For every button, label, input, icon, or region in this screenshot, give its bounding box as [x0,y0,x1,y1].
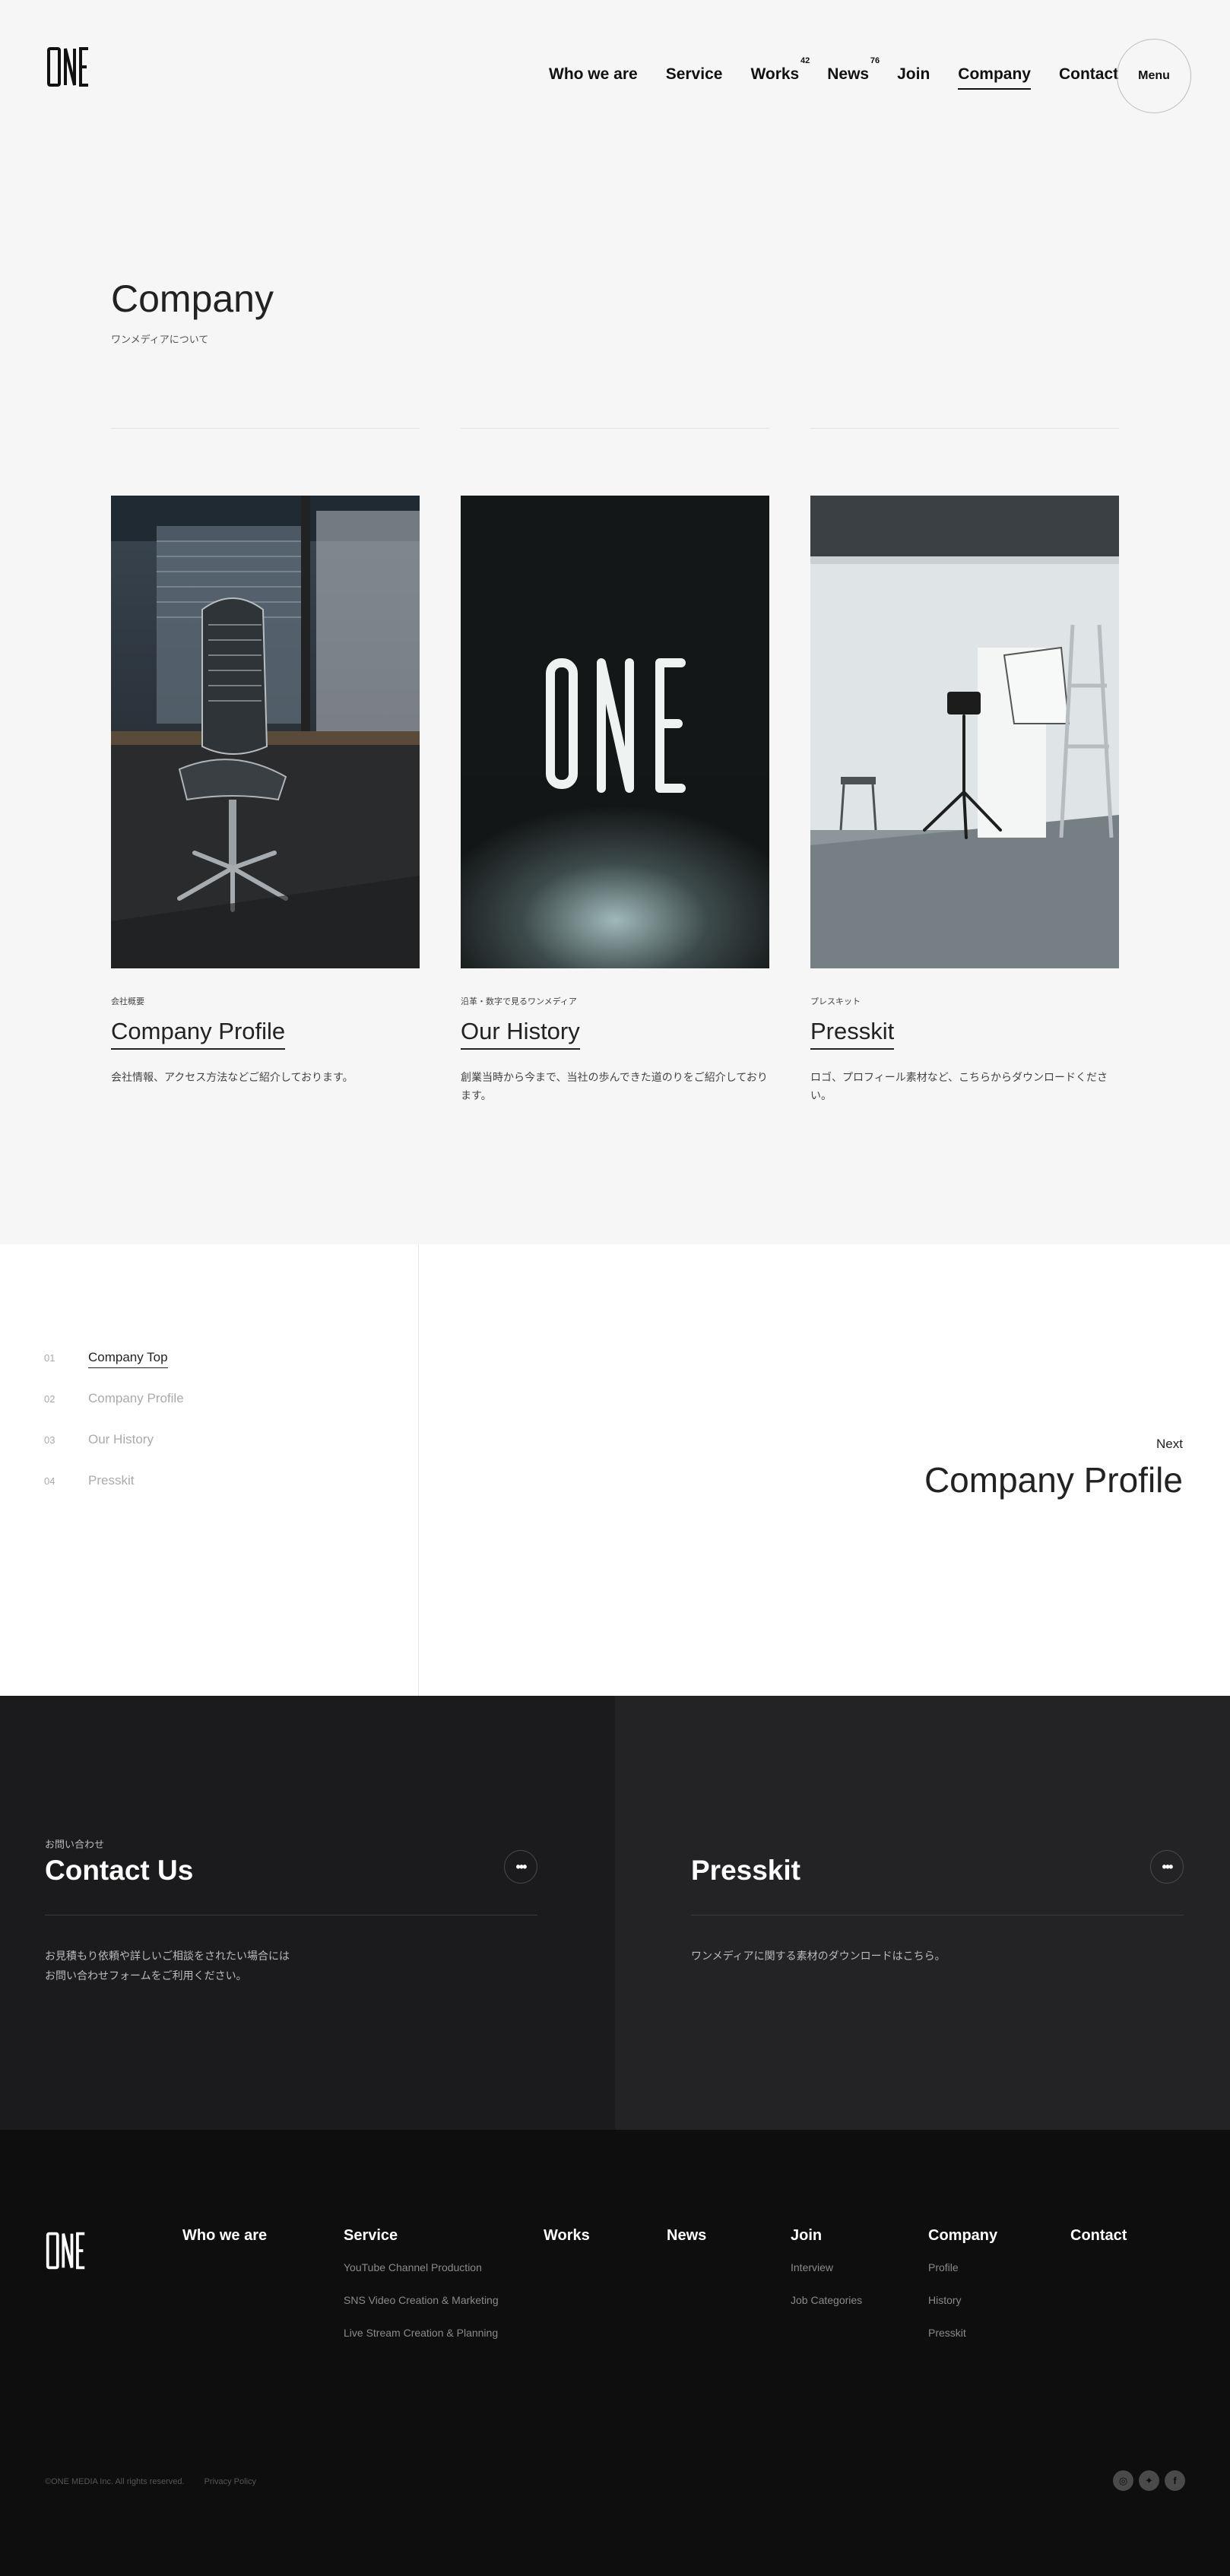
footer-heading[interactable]: Contact [1070,2227,1127,2245]
cta-body: お見積もり依頼や詳しいご相談をされたい場合には お問い合わせフォームをご利用くだ… [45,1947,290,1986]
menu-button[interactable]: Menu [1117,39,1191,113]
more-dots-icon[interactable]: ••• [1150,1850,1184,1884]
card-our-history: 沿革・数字で見るワンメディア Our History 創業当時から今まで、当社の… [461,428,769,1101]
nav-label: Who we are [549,65,638,83]
one-sign-photo[interactable] [461,496,769,968]
card-title-link[interactable]: Presskit [810,1018,895,1050]
studio-tripod-photo[interactable] [810,496,1119,968]
footer-heading[interactable]: Who we are [182,2227,267,2245]
page-subtitle: ワンメディアについて [111,334,209,345]
next-label: Next [1156,1437,1183,1451]
subnav-presskit[interactable]: 04 Presskit [44,1473,134,1488]
footer-link[interactable]: SNS Video Creation & Marketing [344,2294,499,2306]
office-chair-photo[interactable] [111,496,420,968]
card-description: 創業当時から今まで、当社の歩んできた道のりをご紹介しております。 [461,1071,768,1101]
card-title-link[interactable]: Company Profile [111,1018,286,1050]
footer-col-who-we-are: Who we are [182,2227,267,2261]
subnav-company-top[interactable]: 01 Company Top [44,1350,168,1368]
one-logo[interactable] [45,2230,87,2271]
facebook-icon[interactable]: f [1165,2470,1185,2491]
subnav-label: Presskit [88,1473,135,1488]
card-kicker: 会社概要 [111,997,144,1006]
card-kicker: 沿革・数字で見るワンメディア [461,997,577,1006]
section-divider [418,1244,419,1696]
company-subnav-section: 01 Company Top 02 Company Profile 03 Our… [0,1244,1230,1696]
footer-heading[interactable]: Join [791,2227,862,2245]
footer-link[interactable]: Profile [928,2261,997,2273]
nav-who-we-are[interactable]: Who we are [549,65,638,90]
news-count-badge: 76 [870,56,880,65]
site-footer: Who we are Service YouTube Channel Produ… [0,2130,1230,2576]
instagram-icon[interactable]: ◎ [1113,2470,1133,2491]
footer-col-service: Service YouTube Channel Production SNS V… [344,2227,499,2359]
cta-title: Contact Us [45,1855,194,1886]
more-dots-icon[interactable]: ••• [504,1850,537,1884]
nav-company[interactable]: Company [958,65,1031,90]
nav-label: News [827,65,870,83]
footer-heading[interactable]: News [667,2227,706,2245]
card-presskit: プレスキット Presskit ロゴ、プロフィール素材など、こちらからダウンロー… [810,428,1119,1101]
divider [111,428,420,429]
subnav-our-history[interactable]: 03 Our History [44,1432,154,1447]
nav-works[interactable]: Works 42 [750,56,810,90]
nav-label: Join [897,65,930,83]
subnav-number: 01 [44,1352,55,1364]
nav-service[interactable]: Service [666,65,723,90]
footer-col-company: Company Profile History Presskit [928,2227,997,2359]
site-header: Who we are Service Works 42 News 76 Join C… [0,0,1230,152]
subnav-number: 04 [44,1475,55,1487]
cta-body-line: お問い合わせフォームをご利用ください。 [45,1969,247,1982]
privacy-policy-link[interactable]: Privacy Policy [204,2477,256,2486]
footer-legal: ©ONE MEDIA Inc. All rights reserved. Pri… [45,2477,256,2486]
nav-label: Works [750,65,800,83]
presskit-cta[interactable]: Presskit ••• ワンメディアに関する素材のダウンロードはこちら。 [615,1696,1230,2130]
card-title-link[interactable]: Our History [461,1018,580,1050]
cta-title: Presskit [691,1855,800,1886]
footer-link[interactable]: Interview [791,2261,862,2273]
cta-body: ワンメディアに関する素材のダウンロードはこちら。 [691,1950,946,1962]
card-description: ロゴ、プロフィール素材など、こちらからダウンロードください。 [810,1071,1108,1101]
card-kicker: プレスキット [810,997,861,1006]
nav-news[interactable]: News 76 [827,56,880,90]
footer-col-contact: Contact [1070,2227,1127,2261]
nav-label: Contact [1058,65,1119,83]
contact-cta[interactable]: お問い合わせ Contact Us ••• お見積もり依頼や詳しいご相談をされた… [0,1696,615,2130]
card-description: 会社情報、アクセス方法などご紹介しております。 [111,1071,353,1083]
footer-col-news: News [667,2227,706,2261]
footer-link[interactable]: Presskit [928,2327,997,2339]
next-page-link[interactable]: Company Profile [924,1459,1183,1500]
subnav-number: 02 [44,1393,55,1405]
subnav-company-profile[interactable]: 02 Company Profile [44,1391,184,1406]
footer-link[interactable]: History [928,2294,997,2306]
cta-kicker: お問い合わせ [45,1839,105,1850]
footer-heading[interactable]: Works [544,2227,590,2245]
footer-heading[interactable]: Service [344,2227,499,2245]
works-count-badge: 42 [800,56,810,65]
footer-heading[interactable]: Company [928,2227,997,2245]
twitter-icon[interactable]: ✦ [1139,2470,1159,2491]
subnav-label: Our History [88,1432,154,1446]
subnav-label: Company Profile [88,1391,184,1405]
main-nav: Who we are Service Works 42 News 76 Join C… [549,56,1146,90]
nav-label: Service [665,65,723,83]
card-company-profile: 会社概要 Company Profile 会社情報、アクセス方法などご紹介してお… [111,428,420,1083]
one-logo[interactable] [46,46,91,88]
nav-join[interactable]: Join [897,65,930,90]
footer-link[interactable]: YouTube Channel Production [344,2261,499,2273]
subnav-label: Company Top [88,1350,168,1368]
subnav-number: 03 [44,1434,55,1446]
divider [461,428,769,429]
divider [810,428,1119,429]
footer-col-works: Works [544,2227,590,2261]
page-title: Company [111,277,274,320]
footer-link[interactable]: Job Categories [791,2294,862,2306]
footer-link[interactable]: Live Stream Creation & Planning [344,2327,499,2339]
copyright-text: ©ONE MEDIA Inc. All rights reserved. [45,2477,185,2486]
social-links: ◎ ✦ f [1113,2470,1185,2491]
footer-col-join: Join Interview Job Categories [791,2227,862,2327]
nav-label: Company [958,65,1031,83]
cta-body-line: お見積もり依頼や詳しいご相談をされたい場合には [45,1950,290,1962]
nav-contact[interactable]: Contact [1059,65,1118,90]
